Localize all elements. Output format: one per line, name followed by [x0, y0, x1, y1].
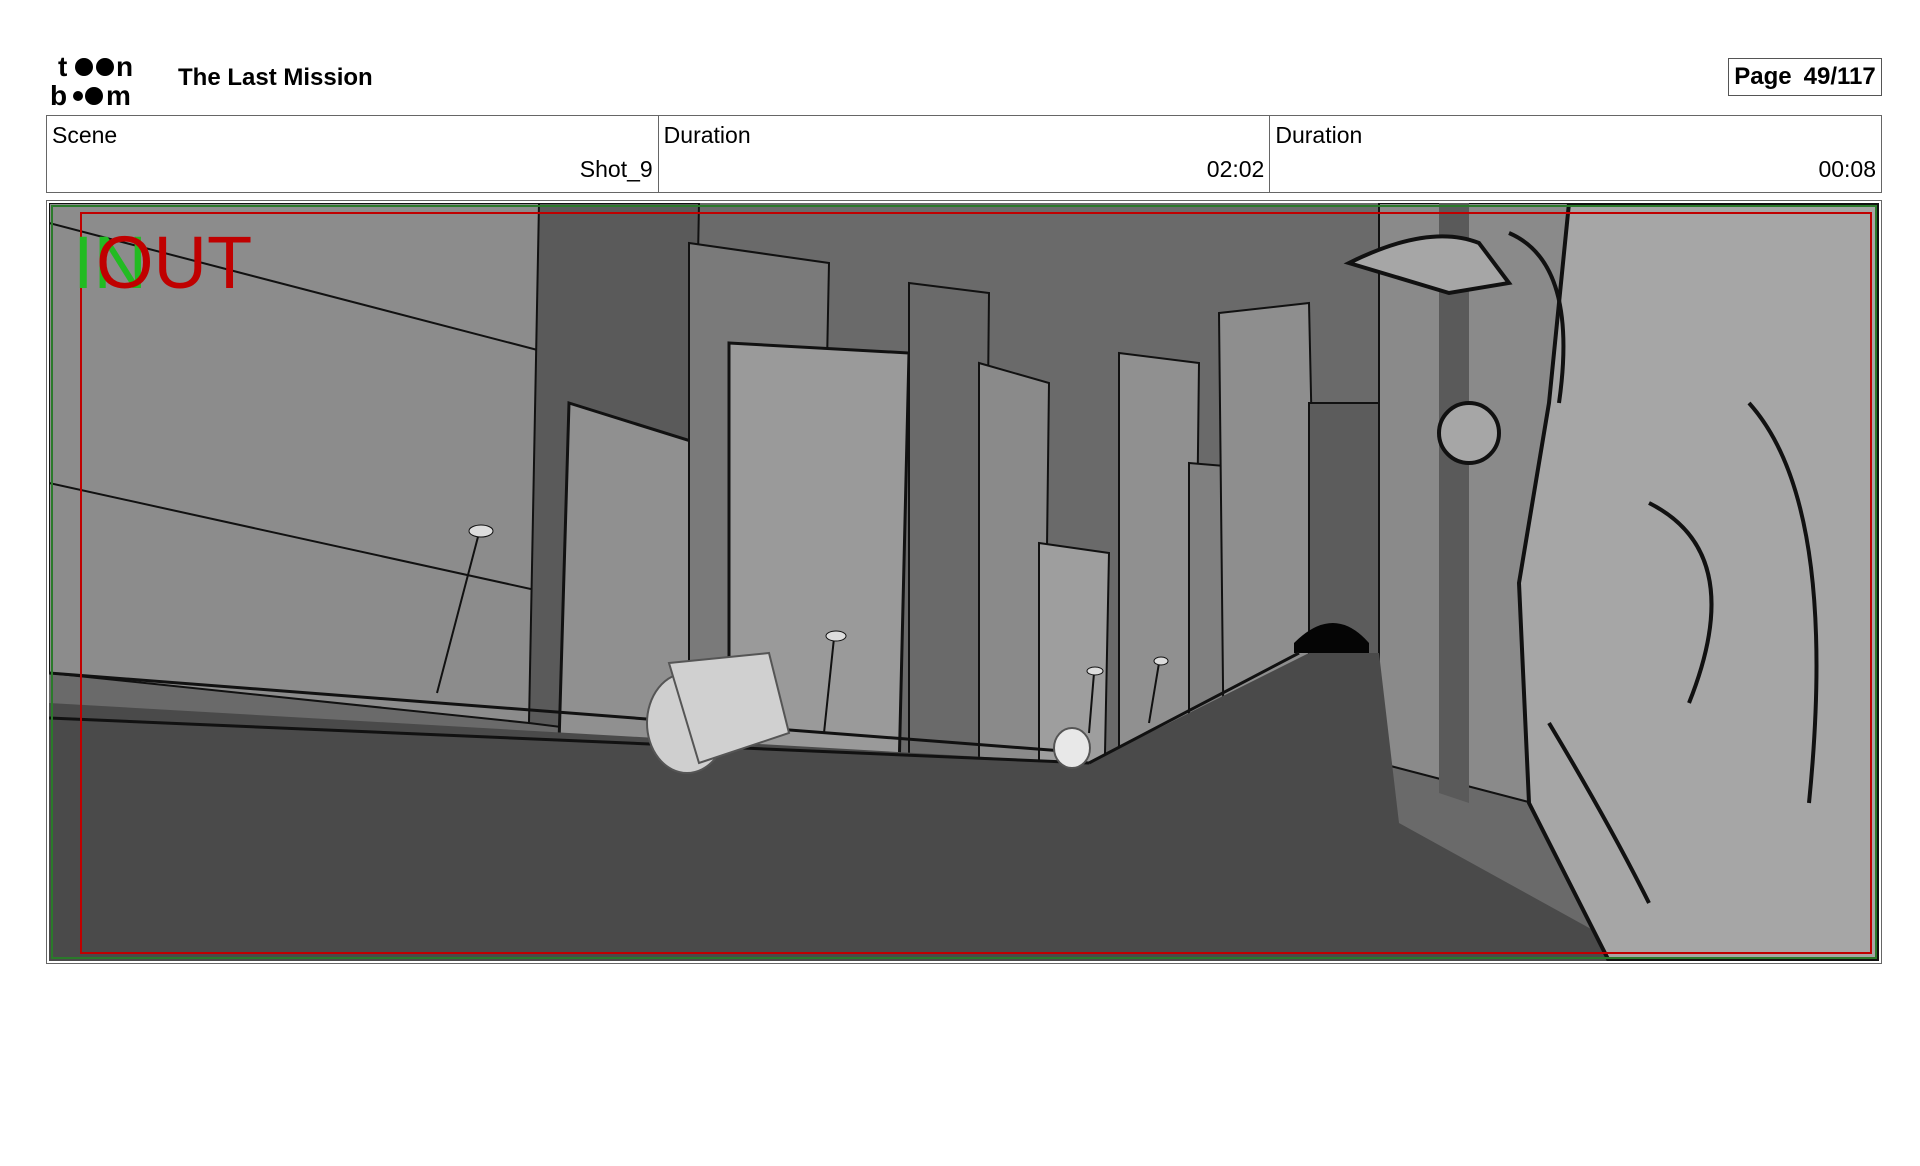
shot-duration-cell: Duration 02:02	[659, 116, 1271, 192]
scene-value: Shot_9	[579, 156, 653, 182]
duration-value: 00:08	[1818, 156, 1877, 182]
scene-label: Scene	[52, 122, 118, 148]
svg-text:b: b	[50, 80, 67, 110]
document-title: The Last Mission	[178, 64, 373, 91]
svg-text:t: t	[58, 51, 67, 82]
storyboard-panel[interactable]	[46, 200, 1882, 964]
page-number: 49/117	[1803, 63, 1876, 90]
svg-text:m: m	[106, 80, 131, 110]
duration-label: Duration	[1275, 122, 1363, 148]
scene-cell: Scene Shot_9	[47, 116, 659, 192]
duration-value: 02:02	[1206, 156, 1265, 182]
page-indicator: Page 49/117	[1728, 58, 1882, 96]
toon-boom-logo: t n b m	[50, 51, 133, 110]
page-header: t n b m The Last Mission Page 49/117	[0, 0, 1920, 110]
out-marker: OUT	[96, 221, 253, 304]
scene-info-table: Scene Shot_9 Duration 02:02 Duration 00:…	[46, 115, 1882, 193]
panel-duration-cell: Duration 00:08	[1270, 116, 1881, 192]
duration-label: Duration	[663, 122, 751, 148]
svg-text:n: n	[116, 51, 133, 82]
page-label: Page	[1734, 63, 1792, 90]
storyboard-sketch	[49, 203, 1879, 961]
